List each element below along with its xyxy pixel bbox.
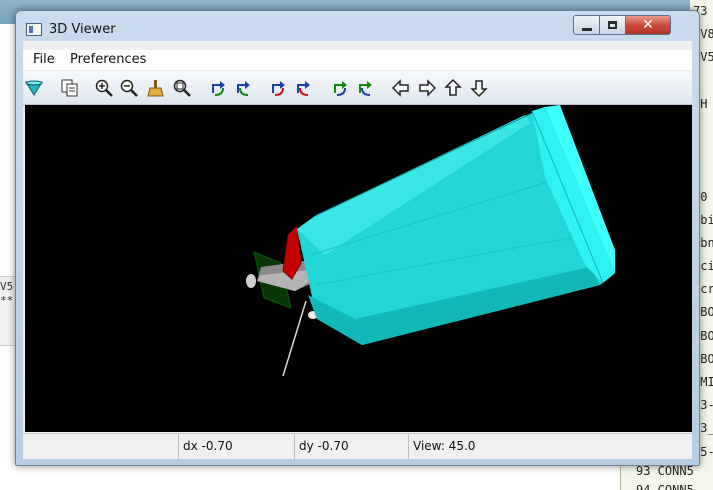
menu-preferences[interactable]: Preferences	[70, 52, 146, 67]
copy-button[interactable]	[60, 78, 80, 98]
close-button[interactable]: ✕	[626, 15, 671, 35]
rotate-z-ccw-button[interactable]	[330, 78, 350, 98]
maximize-icon	[608, 21, 617, 29]
minimize-button[interactable]	[573, 15, 600, 35]
viewer-window: 3D Viewer ✕ File Preferences dx -0.70 dy…	[15, 10, 700, 466]
netlist-line: 94 CONN5	[636, 483, 694, 490]
zoom-in-button[interactable]	[94, 78, 114, 98]
zoom-in-icon	[95, 79, 113, 97]
cone-down-icon	[25, 80, 43, 96]
model-base-disc	[246, 274, 256, 288]
status-dy: dy -0.70	[294, 434, 408, 459]
status-view-angle: View: 45.0	[408, 434, 692, 459]
3d-model-render	[246, 105, 615, 377]
minimize-icon	[581, 27, 592, 31]
pan-down-icon	[470, 80, 488, 97]
zoom-fit-button[interactable]	[172, 78, 192, 98]
status-bar: dx -0.70 dy -0.70 View: 45.0	[23, 433, 692, 459]
menu-bar: File Preferences	[23, 50, 692, 70]
maximize-button[interactable]	[600, 15, 626, 35]
zoom-out-button[interactable]	[119, 78, 139, 98]
zoom-out-icon	[120, 79, 138, 97]
pan-right-icon	[419, 79, 436, 97]
redraw-button[interactable]	[146, 78, 166, 98]
background-window-netlist-bottom: 93 CONN5 94 CONN5	[620, 462, 713, 490]
window-title: 3D Viewer	[49, 22, 116, 37]
rotate-x-cw-icon	[237, 81, 250, 96]
pan-left-button[interactable]	[391, 78, 411, 98]
menu-file[interactable]: File	[33, 52, 55, 67]
rotate-z-cw-button[interactable]	[355, 78, 375, 98]
3d-viewport[interactable]	[25, 105, 692, 432]
zoom-fit-icon	[173, 79, 191, 97]
rotate-y-cw-icon	[297, 81, 310, 96]
status-dx: dx -0.70	[178, 434, 294, 459]
copy-icon	[61, 79, 78, 97]
broom-icon	[147, 80, 164, 97]
toolbar	[23, 71, 692, 105]
rotate-x-cw-button[interactable]	[233, 78, 253, 98]
rotate-z-ccw-icon	[334, 81, 347, 96]
pan-right-button[interactable]	[417, 78, 437, 98]
rotate-x-ccw-button[interactable]	[208, 78, 228, 98]
pan-up-button[interactable]	[443, 78, 463, 98]
window-client-area: File Preferences dx -0.70 dy -0.70 View:…	[23, 41, 692, 459]
rotate-z-cw-icon	[359, 81, 372, 96]
rotate-y-ccw-icon	[272, 81, 285, 96]
pan-down-button[interactable]	[469, 78, 489, 98]
rotate-y-cw-button[interactable]	[293, 78, 313, 98]
title-bar[interactable]: 3D Viewer ✕	[16, 11, 699, 41]
view-mode-button[interactable]	[24, 78, 44, 98]
pan-up-icon	[444, 79, 462, 96]
model-lead-wire	[282, 300, 307, 377]
pan-left-icon	[392, 79, 409, 97]
rotate-y-ccw-button[interactable]	[268, 78, 288, 98]
status-cell-message	[23, 434, 178, 459]
app-window-icon[interactable]	[26, 23, 42, 36]
close-icon: ✕	[642, 17, 654, 33]
rotate-x-ccw-icon	[212, 81, 225, 96]
